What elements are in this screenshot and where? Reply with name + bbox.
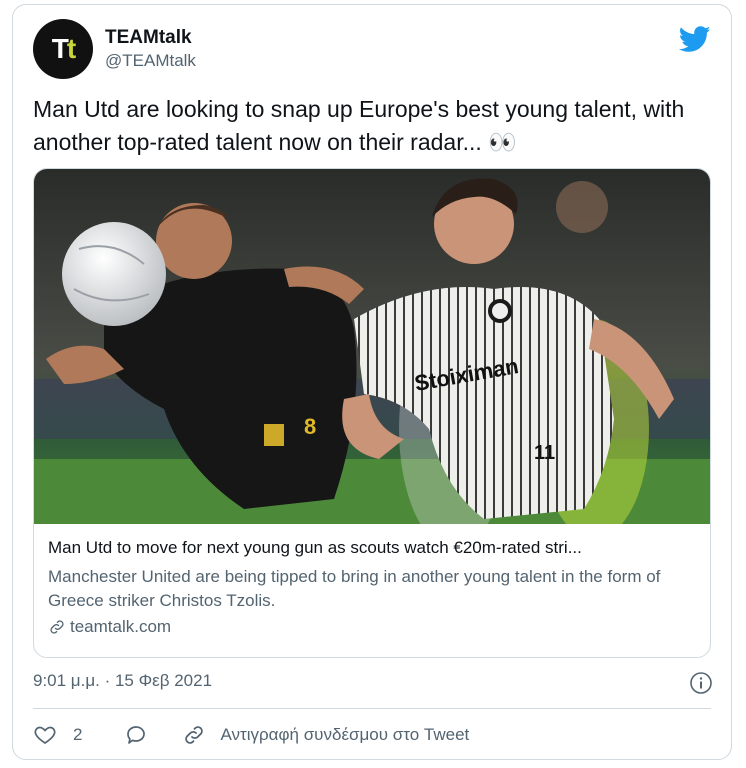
avatar[interactable]: Tt — [33, 19, 93, 79]
card-domain: teamtalk.com — [70, 617, 172, 636]
like-button[interactable]: 2 — [33, 723, 82, 747]
heart-icon — [34, 726, 56, 744]
card-image[interactable]: 8 Stoiximan 11 — [34, 169, 711, 524]
twitter-bird-icon[interactable] — [679, 23, 711, 55]
author-name[interactable]: TEAMtalk — [105, 27, 192, 49]
copy-link-label: Αντιγραφή συνδέσμου στο Tweet — [220, 725, 470, 744]
card-title[interactable]: Man Utd to move for next young gun as sc… — [48, 537, 698, 559]
tweet-timestamp[interactable]: 9:01 μ.μ. · 15 Φεβ 2021 — [33, 671, 212, 691]
card-body[interactable]: Man Utd to move for next young gun as sc… — [48, 537, 698, 637]
reply-bubble-icon — [127, 726, 146, 744]
action-bar: 2 Αντιγραφή συνδέσμου στο Tweet — [33, 723, 469, 747]
link-icon — [50, 620, 64, 634]
avatar-letter-2: t — [66, 33, 76, 64]
avatar-letter-1: T — [51, 33, 69, 64]
info-icon[interactable] — [689, 671, 713, 695]
copy-link-button[interactable]: Αντιγραφή συνδέσμου στο Tweet — [182, 723, 469, 747]
image-shirt-number: 11 — [534, 442, 555, 464]
divider — [33, 708, 711, 709]
like-count: 2 — [73, 725, 83, 744]
tweet-card[interactable]: Tt TEAMtalk @TEAMtalk Man Utd are lookin… — [12, 4, 732, 760]
link-icon — [185, 726, 204, 744]
card-domain-row[interactable]: teamtalk.com — [48, 617, 698, 637]
author-handle[interactable]: @TEAMtalk — [105, 51, 196, 71]
image-opponent-number: 8 — [304, 414, 316, 439]
reply-button[interactable] — [124, 723, 148, 747]
card-description: Manchester United are being tipped to br… — [48, 567, 661, 610]
link-card[interactable]: 8 Stoiximan 11 Man Utd to move for next … — [33, 168, 711, 658]
tweet-text: Man Utd are looking to snap up Europe's … — [33, 96, 685, 155]
